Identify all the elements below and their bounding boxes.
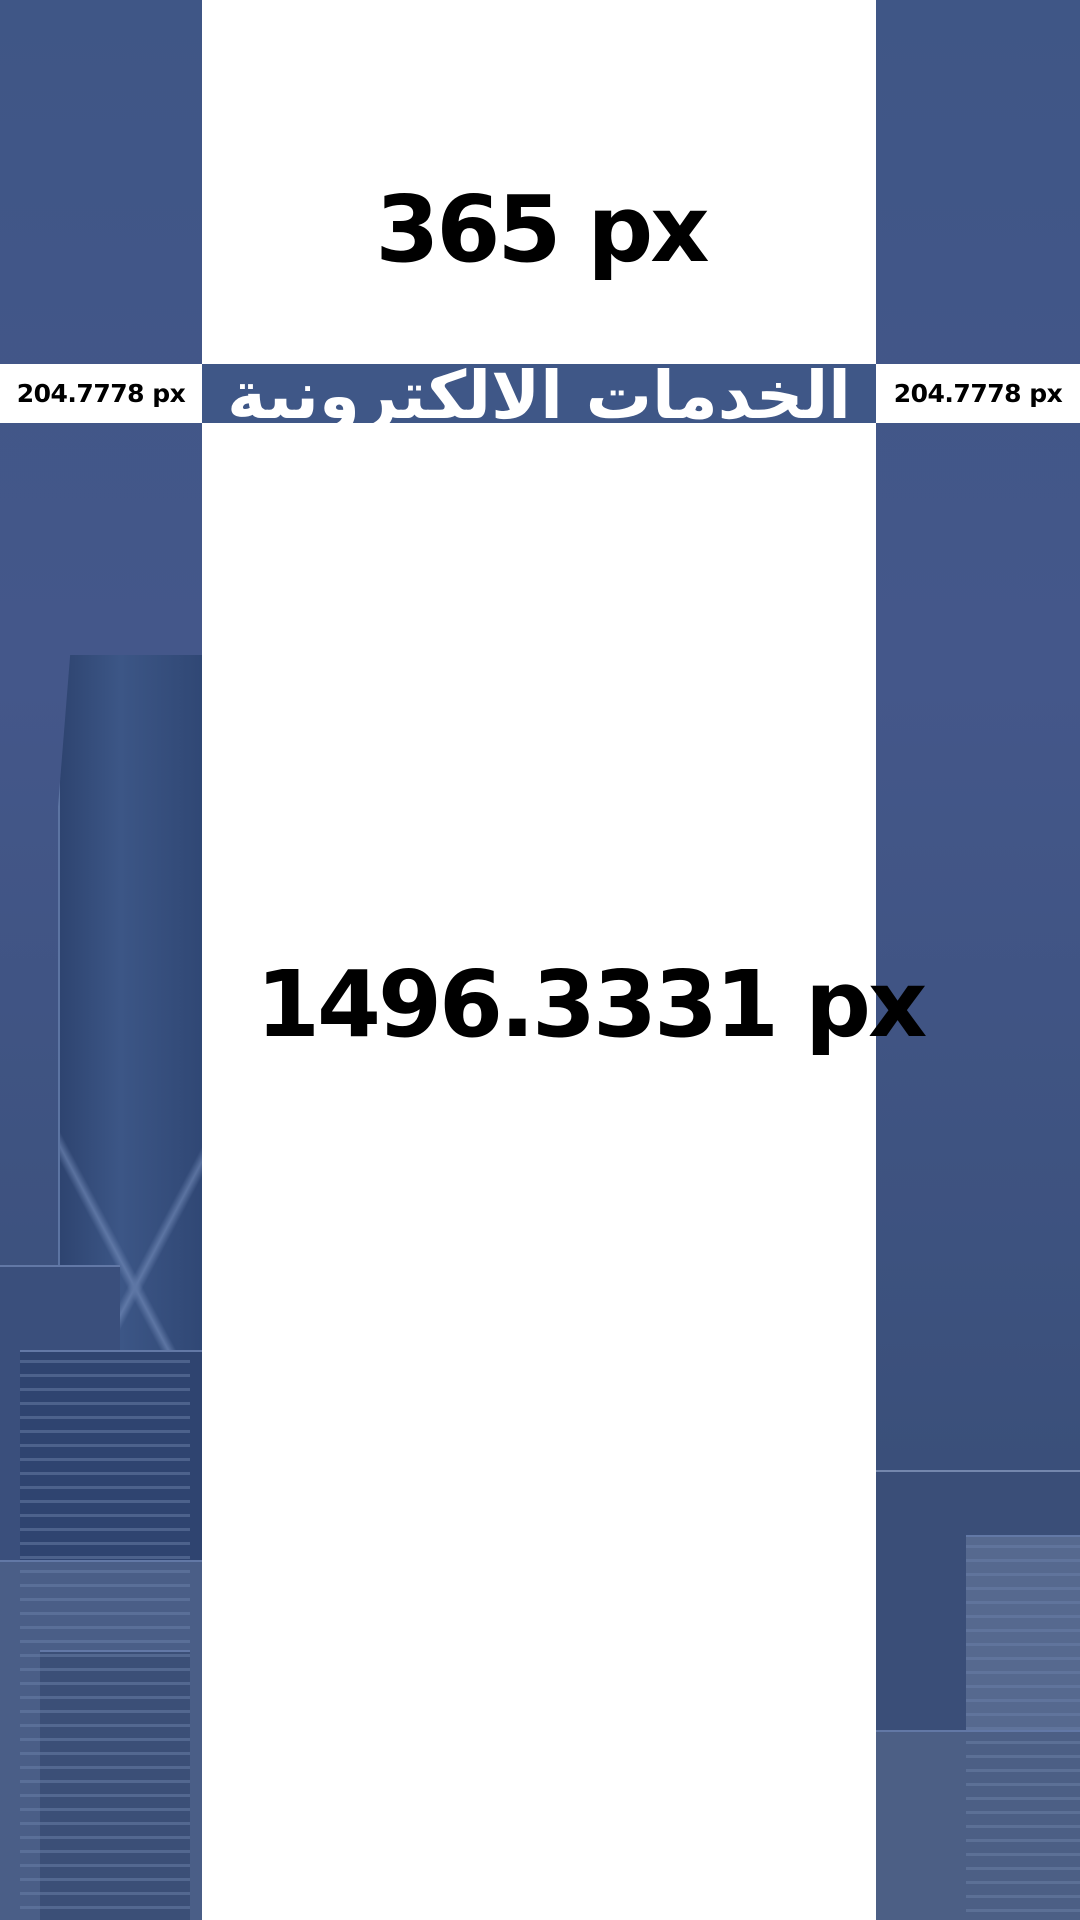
page: 365 px 204.7778 px الخدمات الالكترونية 2…: [0, 0, 1080, 1920]
header-height-measurement: 365 px: [375, 176, 709, 283]
page-title: الخدمات الالكترونية: [227, 364, 851, 423]
title-banner: الخدمات الالكترونية: [202, 364, 876, 423]
background-skyline-left: [0, 0, 202, 1920]
left-margin-measurement: 204.7778 px: [0, 364, 202, 423]
building-windows: [966, 1545, 1080, 1920]
content-height-measurement: 1496.3331 px: [256, 951, 927, 1058]
right-margin-measurement: 204.7778 px: [876, 364, 1080, 423]
building-windows: [20, 1360, 190, 1920]
